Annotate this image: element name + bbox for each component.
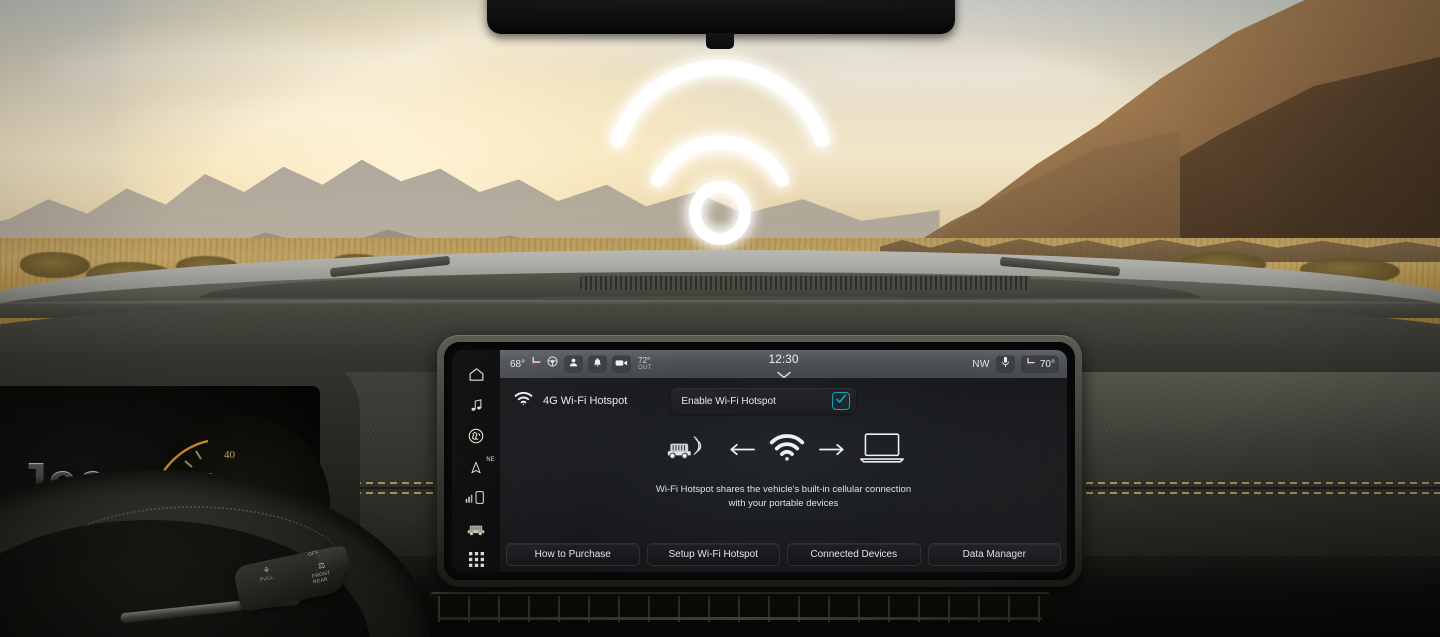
arrow-left-icon — [729, 441, 755, 460]
sidebar-item-media[interactable] — [456, 393, 496, 418]
wifi-glow-icon — [600, 58, 840, 245]
passenger-temperature: 70° — [1039, 358, 1055, 370]
microphone-button[interactable] — [995, 355, 1015, 373]
sidebar-item-climate[interactable] — [456, 424, 496, 449]
connected-devices-button[interactable]: Connected Devices — [787, 543, 921, 566]
rearview-mirror — [487, 0, 955, 34]
heated-seat-icon[interactable] — [530, 355, 543, 373]
status-bar-right-group: NW 70° — [972, 355, 1061, 373]
jeep-vehicle-icon — [465, 521, 487, 537]
climate-seat-icon — [467, 427, 485, 445]
center-air-vent-bar — [438, 617, 1042, 620]
rear-washer-icon: ⚘ — [262, 565, 272, 576]
arrow-right-icon — [818, 441, 845, 460]
scrub-bush — [20, 252, 90, 278]
bell-icon — [592, 355, 603, 373]
enable-hotspot-checkbox[interactable] — [832, 392, 851, 410]
hotspot-action-buttons: How to Purchase Setup Wi-Fi Hotspot Conn… — [500, 543, 1067, 566]
laptop-icon — [859, 432, 905, 469]
navigation-arrow-icon — [469, 459, 483, 476]
enable-hotspot-toggle[interactable]: Enable Wi-Fi Hotspot — [671, 388, 857, 414]
data-manager-button[interactable]: Data Manager — [927, 543, 1061, 566]
music-note-icon — [469, 397, 484, 414]
wifi-hotspot-page: 4G Wi-Fi Hotspot Enable Wi-Fi Hotspot Wi… — [500, 378, 1067, 572]
sidebar-item-home[interactable] — [456, 362, 496, 387]
compass-heading: NW — [972, 358, 990, 370]
home-icon — [468, 366, 485, 383]
dashboard-highlight — [1040, 372, 1440, 492]
setup-wifi-hotspot-button[interactable]: Setup Wi-Fi Hotspot — [646, 543, 780, 566]
defroster-grill — [580, 276, 1030, 290]
user-profile-icon — [568, 355, 579, 373]
dashboard-stitching-upper — [1086, 482, 1440, 484]
heated-seat-icon — [1025, 355, 1037, 373]
user-profile-button[interactable] — [564, 355, 584, 373]
hotspot-diagram — [514, 430, 1053, 471]
microphone-icon — [1001, 355, 1010, 373]
outside-temperature-value: 72° — [638, 356, 651, 365]
cloud — [120, 104, 420, 138]
navigation-heading-badge: NE — [486, 456, 495, 463]
wifi-icon — [769, 434, 805, 467]
hotspot-description-line-2: with your portable devices — [728, 497, 839, 509]
heated-steering-wheel-icon[interactable] — [546, 355, 559, 373]
phone-signal-icon — [465, 489, 487, 506]
camera-icon — [615, 355, 628, 373]
sidebar-item-vehicle[interactable] — [456, 516, 496, 541]
rearview-mirror-stem — [706, 33, 734, 49]
enable-hotspot-label: Enable Wi-Fi Hotspot — [681, 395, 776, 407]
dashboard-seam — [1086, 487, 1440, 489]
checkmark-icon — [835, 392, 847, 410]
driver-temperature[interactable]: 68° — [506, 359, 525, 370]
wifi-icon — [514, 391, 533, 411]
status-bar: 68° 72° OUT 12:30 NW 70° — [500, 350, 1067, 379]
sidebar-item-phone[interactable] — [456, 485, 496, 510]
jeep-broadcast-icon — [663, 430, 715, 471]
camera-button[interactable] — [612, 355, 632, 373]
uconnect-main-area: 68° 72° OUT 12:30 NW 70° 4G Wi-Fi Hotspo… — [500, 350, 1067, 572]
speedometer-tick-40: 40 — [224, 449, 235, 461]
outside-temperature: 72° OUT — [638, 356, 652, 372]
seat-and-wheel-heat-controls[interactable] — [530, 355, 559, 373]
windshield-washer-icon: ⚖ — [317, 560, 327, 571]
how-to-purchase-button[interactable]: How to Purchase — [506, 543, 640, 566]
hotspot-header-row: 4G Wi-Fi Hotspot Enable Wi-Fi Hotspot — [514, 388, 1053, 414]
notifications-button[interactable] — [588, 355, 608, 373]
outside-temperature-label: OUT — [638, 365, 652, 371]
hotspot-description: Wi-Fi Hotspot shares the vehicle's built… — [514, 483, 1053, 511]
sidebar-item-navigation[interactable]: NE — [456, 455, 496, 480]
uconnect-sidebar: NE — [452, 350, 500, 572]
uconnect-display: NE 68° 72° OUT 12:30 NW 70° 4G Wi-Fi Hot… — [452, 350, 1067, 572]
apps-grid-icon — [468, 552, 484, 568]
hotspot-description-line-1: Wi-Fi Hotspot shares the vehicle's built… — [655, 484, 912, 495]
uconnect-wifi-hotspot-scene: Jeep Jeep 10 20 30 40 MPH — [0, 0, 1440, 637]
page-title: 4G Wi-Fi Hotspot — [543, 395, 628, 407]
passenger-climate-control[interactable]: 70° — [1020, 355, 1059, 373]
sidebar-item-apps[interactable] — [456, 547, 496, 572]
dashboard-stitching-lower — [1086, 492, 1440, 494]
